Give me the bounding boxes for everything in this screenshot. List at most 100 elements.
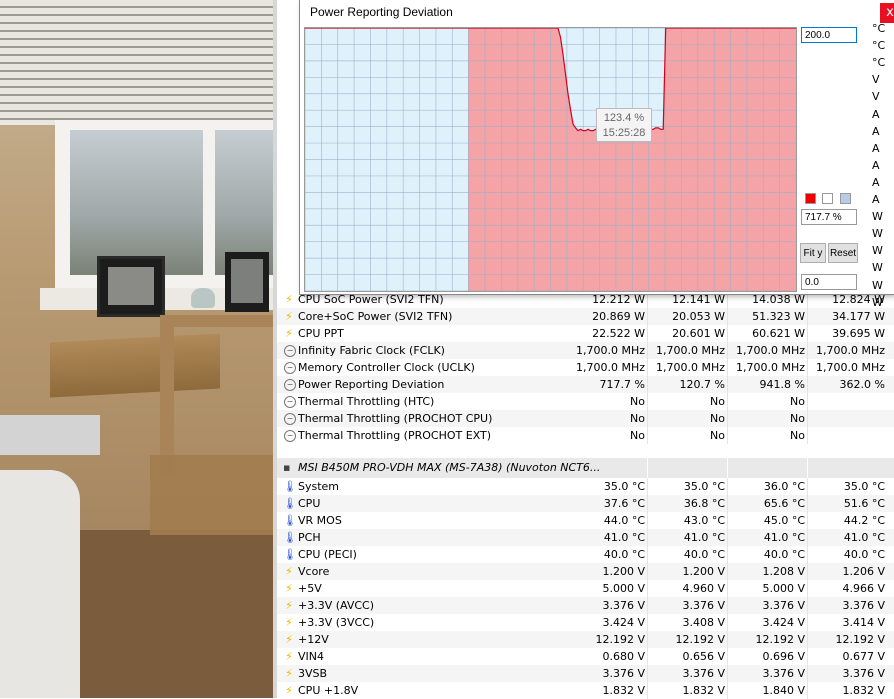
sensor-value-minimum: 4.960 V	[682, 582, 725, 595]
photo-frame	[225, 252, 269, 312]
sensor-group-header[interactable]: ▪ MSI B450M PRO-VDH MAX (MS-7A38) (Nuvot…	[277, 458, 894, 478]
sensor-value-maximum: 65.6 °C	[763, 497, 805, 510]
sensor-value-maximum: 1.840 V	[762, 684, 805, 697]
sensor-value-average: 1,700.0 MHz	[815, 361, 885, 374]
hidden-unit-text: A	[872, 141, 880, 155]
sensor-value-minimum: 120.7 %	[679, 378, 725, 391]
voltage-bolt-icon: ⚡	[285, 599, 293, 612]
sensor-label: CPU PPT	[298, 327, 344, 340]
sensor-row[interactable]: 🌡 CPU 37.6 °C 36.8 °C 65.6 °C 51.6 °C	[277, 495, 894, 512]
sensor-value-current: 12.192 V	[595, 633, 645, 646]
sensor-value-current: 1,700.0 MHz	[575, 344, 645, 357]
sensor-row[interactable]: − Thermal Throttling (HTC) No No No	[277, 393, 894, 410]
group-label: MSI B450M PRO-VDH MAX (MS-7A38) (Nuvoton…	[298, 461, 601, 474]
sensor-value-current: 0.680 V	[602, 650, 645, 663]
floor	[80, 530, 273, 698]
background-color-swatch[interactable]	[822, 193, 833, 204]
graph-titlebar[interactable]: Power Reporting Deviation x	[300, 0, 894, 26]
clock-icon: −	[284, 396, 296, 408]
max-value-input[interactable]: 200.0	[801, 27, 857, 43]
sensor-value-maximum: 3.424 V	[762, 616, 805, 629]
sensor-row[interactable]: ⚡ Vcore 1.200 V 1.200 V 1.208 V 1.206 V	[277, 563, 894, 580]
sensor-value-minimum: 20.601 W	[672, 327, 725, 340]
sensor-value-current: No	[630, 395, 645, 408]
sensor-value-minimum: 1,700.0 MHz	[655, 361, 725, 374]
sensor-value-current: 20.869 W	[592, 310, 645, 323]
sensor-label: CPU (PECI)	[298, 548, 357, 561]
sensor-value-average: 44.2 °C	[843, 514, 885, 527]
sensor-value-current: 5.000 V	[602, 582, 645, 595]
sensor-label: Thermal Throttling (PROCHOT CPU)	[298, 412, 493, 425]
sensor-row[interactable]: ⚡ +5V 5.000 V 4.960 V 5.000 V 4.966 V	[277, 580, 894, 597]
sensor-row[interactable]: − Power Reporting Deviation 717.7 % 120.7 %…	[277, 376, 894, 393]
sensor-value-maximum: 3.376 V	[762, 599, 805, 612]
hidden-unit-text: W	[872, 210, 883, 224]
sensor-value-current: 3.376 V	[602, 667, 645, 680]
sensor-value-minimum: 3.376 V	[682, 599, 725, 612]
sensor-value-average: 3.414 V	[842, 616, 885, 629]
sensor-label: Thermal Throttling (PROCHOT EXT)	[298, 429, 492, 442]
sensor-row[interactable]: ⚡ 3VSB 3.376 V 3.376 V 3.376 V 3.376 V	[277, 665, 894, 682]
line-color-swatch[interactable]	[805, 193, 816, 204]
voltage-bolt-icon: ⚡	[285, 650, 293, 663]
sensor-value-current: No	[630, 412, 645, 425]
sensor-row[interactable]: 🌡 CPU (PECI) 40.0 °C 40.0 °C 40.0 °C 40.0 °C	[277, 546, 894, 563]
hidden-unit-text: W	[872, 261, 883, 275]
fit-y-button[interactable]: Fit y	[800, 243, 826, 263]
close-button[interactable]: x	[880, 3, 894, 23]
vase	[191, 288, 215, 308]
sensor-value-average: 1.206 V	[842, 565, 885, 578]
sensor-label: VIN4	[298, 650, 324, 663]
sensor-value-minimum: 0.656 V	[682, 650, 725, 663]
sensor-value-maximum: 36.0 °C	[763, 480, 805, 493]
sensor-value-current: 3.424 V	[602, 616, 645, 629]
sensor-value-maximum: 45.0 °C	[763, 514, 805, 527]
sensor-value-average: 4.966 V	[842, 582, 885, 595]
hidden-unit-text: A	[872, 175, 880, 189]
grid-color-swatch[interactable]	[840, 193, 851, 204]
voltage-bolt-icon: ⚡	[285, 667, 293, 680]
graph-window[interactable]: Power Reporting Deviation x 123.4 % 15:2…	[300, 0, 894, 294]
voltage-bolt-icon: ⚡	[285, 633, 293, 646]
min-value-input[interactable]: 0.0	[801, 274, 857, 290]
sensor-row[interactable]: ⚡ Core+SoC Power (SVI2 TFN) 20.869 W 20.053…	[277, 308, 894, 325]
sensor-value-maximum: No	[790, 395, 805, 408]
deviation-chart	[305, 28, 796, 291]
sensor-row[interactable]: − Infinity Fabric Clock (FCLK) 1,700.0 MHz…	[277, 342, 894, 359]
sensor-row[interactable]: 🌡 System 35.0 °C 35.0 °C 36.0 °C 35.0 °C	[277, 478, 894, 495]
sensor-row[interactable]: ⚡ CPU +1.8V 1.832 V 1.832 V 1.840 V 1.832 V	[277, 682, 894, 699]
sensor-value-minimum: 3.376 V	[682, 667, 725, 680]
desktop-wallpaper	[0, 0, 273, 698]
sensor-row[interactable]: ⚡ +12V 12.192 V 12.192 V 12.192 V 12.192 V	[277, 631, 894, 648]
sensor-row[interactable]: ⚡ CPU PPT 22.522 W 20.601 W 60.621 W 39.695 W	[277, 325, 894, 342]
sofa	[0, 470, 80, 698]
sensor-value-average: 1,700.0 MHz	[815, 344, 885, 357]
tooltip-value: 123.4 %	[603, 112, 645, 124]
sensor-row[interactable]: ⚡ VIN4 0.680 V 0.656 V 0.696 V 0.677 V	[277, 648, 894, 665]
reset-button[interactable]: Reset	[828, 243, 858, 263]
motherboard-icon: ▪	[283, 461, 291, 474]
sensor-value-minimum: 41.0 °C	[683, 531, 725, 544]
sensor-row[interactable]: − Thermal Throttling (PROCHOT CPU) No No No	[277, 410, 894, 427]
sensor-value-minimum: 43.0 °C	[683, 514, 725, 527]
sensor-row[interactable]: ⚡ +3.3V (AVCC) 3.376 V 3.376 V 3.376 V 3.376 …	[277, 597, 894, 614]
sensor-row[interactable]: 🌡 PCH 41.0 °C 41.0 °C 41.0 °C 41.0 °C	[277, 529, 894, 546]
sensor-label: +3.3V (AVCC)	[298, 599, 375, 612]
voltage-bolt-icon: ⚡	[285, 565, 293, 578]
sensor-row[interactable]: ⚡ +3.3V (3VCC) 3.424 V 3.408 V 3.424 V 3.414 …	[277, 614, 894, 631]
sensor-value-maximum: 12.192 V	[755, 633, 805, 646]
sensor-row[interactable]: − Memory Controller Clock (UCLK) 1,700.0 M…	[277, 359, 894, 376]
thermometer-icon: 🌡	[283, 548, 297, 561]
graph-plot-area[interactable]	[304, 27, 797, 292]
sensor-value-maximum: 51.323 W	[752, 310, 805, 323]
sensor-value-maximum: 1,700.0 MHz	[735, 361, 805, 374]
sensor-value-average: 40.0 °C	[843, 548, 885, 561]
sensor-row[interactable]: 🌡 VR MOS 44.0 °C 43.0 °C 45.0 °C 44.2 °C	[277, 512, 894, 529]
sensor-value-maximum: No	[790, 429, 805, 442]
sensor-value-current: 35.0 °C	[603, 480, 645, 493]
sensor-value-maximum: No	[790, 412, 805, 425]
sensor-value-maximum: 941.8 %	[759, 378, 805, 391]
sensor-label: +3.3V (3VCC)	[298, 616, 375, 629]
sensor-row[interactable]: − Thermal Throttling (PROCHOT EXT) No No No	[277, 427, 894, 444]
sensor-value-maximum: 1.208 V	[762, 565, 805, 578]
